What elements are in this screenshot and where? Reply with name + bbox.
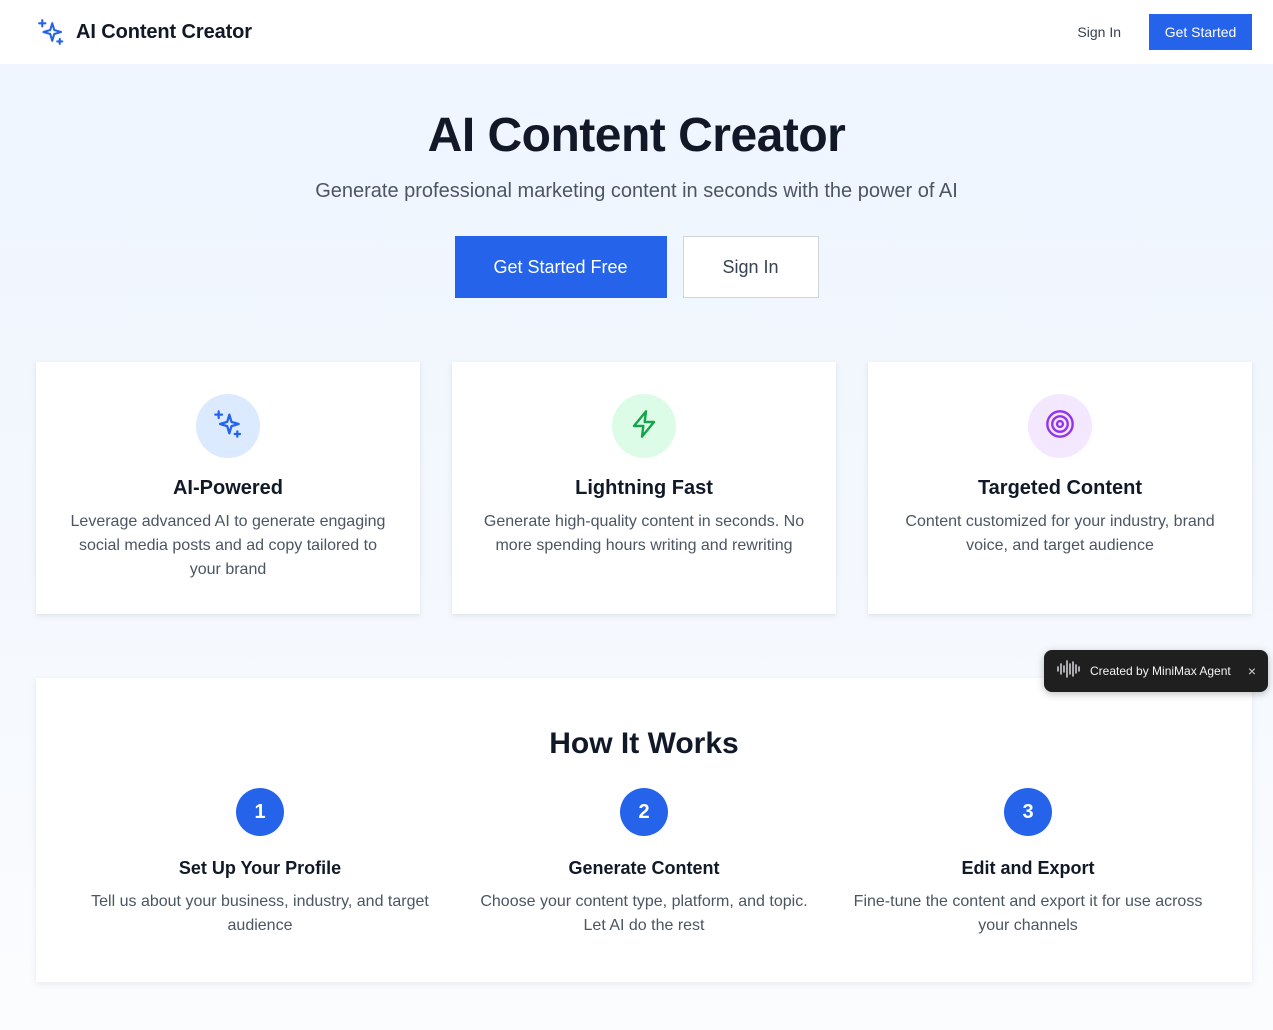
created-by-badge[interactable]: Created by MiniMax Agent ×	[1044, 650, 1268, 692]
feature-description: Leverage advanced AI to generate engagin…	[70, 513, 386, 578]
how-it-works-title: How It Works	[549, 727, 739, 760]
step-item: 3 Edit and Export Fine-tune the content …	[836, 788, 1220, 938]
sparkles-icon	[212, 408, 244, 445]
hero-actions: Get Started Free Sign In	[0, 236, 1273, 298]
step-description: Choose your content type, platform, and …	[480, 893, 808, 934]
waveform-icon	[1056, 659, 1082, 684]
step-number: 1	[236, 788, 284, 836]
feature-description: Generate high-quality content in seconds…	[483, 513, 805, 554]
step-description: Fine-tune the content and export it for …	[853, 893, 1203, 934]
step-number: 3	[1004, 788, 1052, 836]
hero-title: AI Content Creator	[427, 109, 846, 162]
sign-in-link[interactable]: Sign In	[1077, 24, 1121, 40]
step-title: Set Up Your Profile	[178, 858, 342, 878]
nav-actions: Sign In Get Started	[1077, 14, 1252, 50]
feature-card-lightning-fast: Lightning Fast Generate high-quality con…	[452, 362, 836, 614]
feature-icon-wrap	[196, 394, 260, 458]
get-started-button[interactable]: Get Started	[1149, 14, 1252, 50]
feature-card-ai-powered: AI-Powered Leverage advanced AI to gener…	[36, 362, 420, 614]
step-title: Edit and Export	[961, 858, 1095, 878]
features-section: AI-Powered Leverage advanced AI to gener…	[36, 362, 1252, 614]
how-it-works-section: How It Works 1 Set Up Your Profile Tell …	[36, 678, 1252, 982]
hero-subtitle: Generate professional marketing content …	[315, 180, 958, 202]
step-title: Generate Content	[568, 858, 720, 878]
brand-title: AI Content Creator	[76, 20, 252, 43]
badge-text: Created by MiniMax Agent	[1090, 664, 1231, 678]
hero-sign-in-button[interactable]: Sign In	[682, 236, 819, 298]
target-icon	[1044, 408, 1076, 445]
feature-title: Targeted Content	[977, 477, 1143, 499]
feature-title: Lightning Fast	[575, 477, 713, 499]
step-number: 2	[620, 788, 668, 836]
step-description: Tell us about your business, industry, a…	[91, 893, 429, 934]
lightning-icon	[628, 408, 660, 445]
feature-title: AI-Powered	[172, 477, 284, 499]
feature-icon-wrap	[612, 394, 676, 458]
close-icon[interactable]: ×	[1248, 663, 1256, 679]
sparkles-icon	[36, 17, 66, 47]
feature-icon-wrap	[1028, 394, 1092, 458]
hero-section: AI Content Creator Generate professional…	[0, 64, 1273, 298]
step-item: 1 Set Up Your Profile Tell us about your…	[68, 788, 452, 938]
feature-description: Content customized for your industry, br…	[905, 513, 1215, 554]
steps-list: 1 Set Up Your Profile Tell us about your…	[36, 788, 1252, 938]
brand[interactable]: AI Content Creator	[36, 17, 252, 47]
navbar: AI Content Creator Sign In Get Started	[0, 0, 1273, 64]
feature-card-targeted-content: Targeted Content Content customized for …	[868, 362, 1252, 614]
step-item: 2 Generate Content Choose your content t…	[452, 788, 836, 938]
get-started-free-button[interactable]: Get Started Free	[454, 236, 667, 298]
